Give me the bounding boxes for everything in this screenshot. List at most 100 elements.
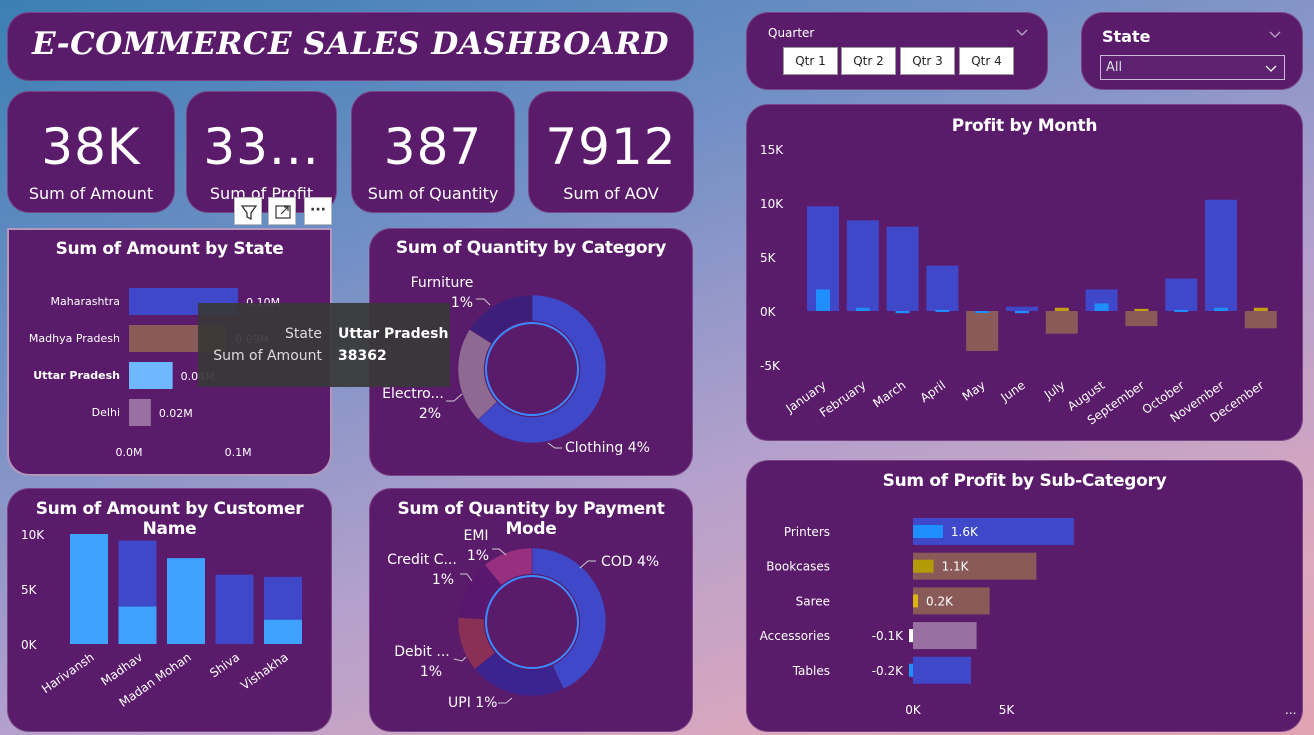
month-bar <box>1045 311 1078 334</box>
customer-ytick: 10K <box>21 528 45 542</box>
subcategory-data-label: 1.1K <box>942 560 970 574</box>
leader-line <box>498 697 513 704</box>
kpi-quantity-card: 387 Sum of Quantity <box>351 91 515 213</box>
profit-by-subcategory-card: Sum of Profit by Sub-Category Printers 1.… <box>746 460 1303 732</box>
leader-line <box>579 560 596 569</box>
profit-by-month-card: Profit by Month 15K 10K 5K 0K -5K January Febr… <box>746 104 1303 441</box>
state-label: Madhya Pradesh <box>29 332 120 345</box>
slice-label: COD 4% <box>601 554 659 570</box>
month-xtick: June <box>997 378 1027 405</box>
month-bar-secondary <box>816 289 830 311</box>
month-bar-secondary <box>975 311 990 313</box>
qtr-4-button[interactable]: Qtr 4 <box>959 47 1014 75</box>
title-card: E-COMMERCE SALES DASHBOARD <box>7 12 694 81</box>
subcategory-value-bar <box>913 594 918 608</box>
kpi-value: 33... <box>203 118 320 176</box>
state-label: Maharashtra <box>51 295 121 308</box>
month-bar <box>846 220 879 311</box>
qtr-3-button[interactable]: Qtr 3 <box>900 47 955 75</box>
quarter-slicer-label: Quarter <box>768 26 815 40</box>
subcategory-xtick: 0K <box>905 703 922 717</box>
month-bar <box>1165 278 1198 311</box>
dashboard-title: E-COMMERCE SALES DASHBOARD <box>32 26 669 62</box>
chevron-down-icon[interactable] <box>1268 30 1282 40</box>
quantity-by-payment-card: Sum of Quantity by Payment Mode COD 4% UP… <box>369 488 693 732</box>
customer-bar-highlight <box>264 619 302 644</box>
subcategory-data-label: -0.2K <box>872 664 904 678</box>
customer-xtick: Shiva <box>207 650 242 680</box>
slice-label: Furniture <box>411 275 474 291</box>
visual-header: ··· <box>234 197 332 225</box>
leader-line <box>460 573 473 582</box>
qtr-1-button[interactable]: Qtr 1 <box>783 47 838 75</box>
state-bar <box>129 399 151 426</box>
donut-slice <box>531 547 607 690</box>
state-dropdown[interactable]: All <box>1100 55 1285 80</box>
subcategory-label: Accessories <box>760 629 830 643</box>
leader-line <box>476 298 491 306</box>
customer-xtick: Harivansh <box>39 650 97 696</box>
slice-label: 2% <box>419 406 441 422</box>
month-ytick: 5K <box>760 251 777 265</box>
leader-line <box>547 442 562 449</box>
subcategory-bar <box>913 656 971 684</box>
subcategory-data-label: 0.2K <box>926 594 954 608</box>
filter-icon[interactable] <box>234 197 262 225</box>
slice-label: Credit C... <box>387 552 457 568</box>
customer-bar-highlight <box>167 558 205 644</box>
more-indicator: ... <box>1285 703 1296 717</box>
quarter-slicer: Quarter Qtr 1 Qtr 2 Qtr 3 Qtr 4 <box>746 12 1048 90</box>
month-bar-secondary <box>895 311 910 314</box>
amount-by-customer-card: Sum of Amount by Customer Name 10K 5K 0K Ha… <box>7 488 332 732</box>
profit-by-subcategory-chart[interactable]: Printers 1.6K Bookcases 1.1K Saree 0.2K Access… <box>747 461 1304 733</box>
month-xtick: March <box>870 378 908 410</box>
subcategory-value-bar <box>913 559 934 573</box>
chevron-down-icon <box>1265 65 1277 72</box>
subcategory-label: Bookcases <box>766 560 830 574</box>
kpi-label: Sum of Amount <box>28 184 154 203</box>
chevron-down-icon[interactable] <box>1015 28 1029 38</box>
month-xtick: July <box>1041 378 1068 402</box>
month-bar-secondary <box>1054 307 1069 311</box>
subcategory-value-bar <box>913 525 943 538</box>
slice-label: 1% <box>451 295 473 311</box>
month-ytick: 10K <box>760 197 784 211</box>
tooltip: State Uttar Pradesh Sum of Amount 38362 <box>198 303 450 387</box>
slice-label: EMI <box>463 528 488 544</box>
inner-ring <box>485 322 579 416</box>
kpi-aov-card: 7912 Sum of AOV <box>528 91 694 213</box>
subcategory-label: Tables <box>792 664 830 678</box>
kpi-profit-card: 33... Sum of Profit <box>186 91 337 213</box>
state-label: Uttar Pradesh <box>33 369 120 382</box>
kpi-label: Sum of AOV <box>563 184 659 203</box>
kpi-amount-card: 38K Sum of Amount <box>7 91 175 213</box>
customer-bar <box>215 574 254 644</box>
month-bar <box>1244 311 1277 329</box>
filter-icon-glyph <box>240 205 258 221</box>
month-ytick: 0K <box>760 305 777 319</box>
subcategory-label: Saree <box>796 594 830 608</box>
customer-ytick: 5K <box>21 583 38 597</box>
more-options-icon[interactable]: ··· <box>304 197 332 225</box>
leader-line <box>446 393 463 402</box>
qtr-2-button[interactable]: Qtr 2 <box>841 47 896 75</box>
month-bar-secondary <box>1214 307 1228 311</box>
subcategory-value-bar <box>909 663 913 677</box>
profit-by-month-chart[interactable]: 15K10K5K0K-5KJanuaryFebruary March April Ma… <box>747 105 1304 442</box>
slice-label: Clothing 4% <box>565 440 650 456</box>
tooltip-value-amount: 38362 <box>338 348 387 364</box>
month-ytick: 15K <box>760 143 784 157</box>
customer-bar-highlight <box>70 534 108 644</box>
month-bar <box>966 311 999 351</box>
customer-ytick: 0K <box>21 638 38 652</box>
month-bar-secondary <box>1015 311 1029 314</box>
amount-by-customer-chart[interactable]: 10K5K0KHarivansh MadhavMadan Mohan ShivaVi… <box>8 489 333 733</box>
quantity-by-payment-chart[interactable]: COD 4% UPI 1% Debit ... 1% Credit C... 1% EMI 1… <box>370 489 694 733</box>
state-slicer-label: State <box>1102 27 1151 46</box>
month-xtick: May <box>960 378 988 404</box>
kpi-value: 387 <box>383 118 483 176</box>
focus-mode-icon[interactable] <box>268 197 296 225</box>
slice-label: 1% <box>432 572 454 588</box>
tooltip-key-state: State <box>284 326 322 342</box>
state-data-label: 0.02M <box>159 407 193 420</box>
